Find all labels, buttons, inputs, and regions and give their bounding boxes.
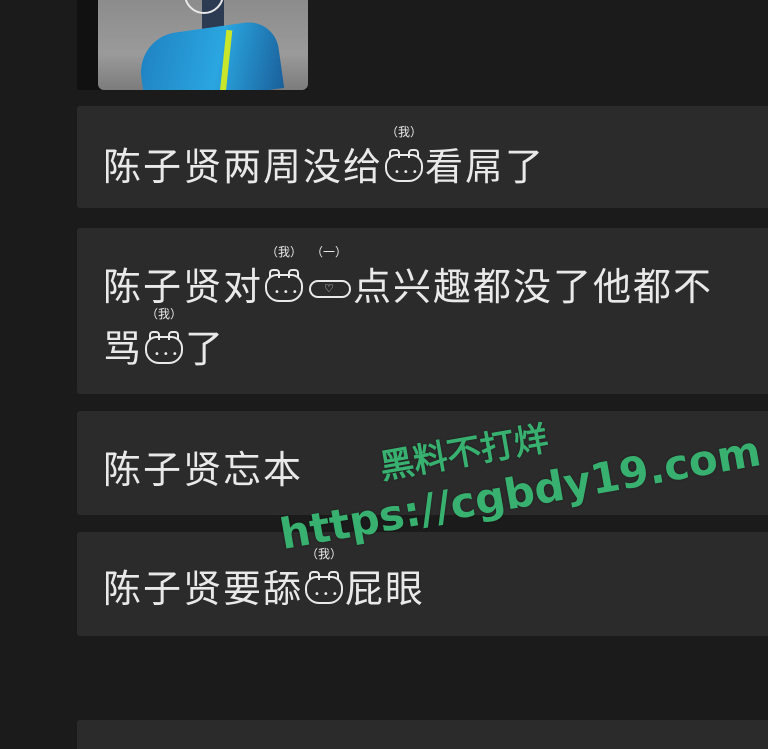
message-text-3: 陈子贤忘本 — [103, 448, 304, 492]
kitty-face-icon: ••• — [265, 269, 304, 302]
message-text-2-line-1: 陈子贤对 （我） ••• （一） ♡ 点兴趣都没了他都不 — [103, 245, 714, 309]
message-bubble-5[interactable] — [77, 720, 768, 749]
chat-screen: 陈子贤两周没给 （我） ••• 看屌了 陈子贤对 （我） ••• （一） ♡ 点兴趣都没了他都不… — [0, 0, 768, 749]
message-text-4: 陈子贤要舔 （我） ••• 屁眼 — [103, 547, 426, 611]
message-bubble-2[interactable]: 陈子贤对 （我） ••• （一） ♡ 点兴趣都没了他都不 骂（我） ••• 了 — [77, 228, 768, 394]
hello-kitty-emoji: （我） ••• — [305, 548, 344, 608]
photo-jacket — [135, 18, 285, 90]
message-bubble-4[interactable]: 陈子贤要舔 （我） ••• 屁眼 — [77, 532, 768, 636]
message-bubble-1[interactable]: 陈子贤两周没给 （我） ••• 看屌了 — [77, 106, 768, 208]
heart-emoji: （一） ♡ — [307, 246, 352, 306]
kitty-face-icon: ••• — [145, 331, 184, 364]
hello-kitty-emoji: （我） ••• — [265, 246, 304, 306]
message-text-1: 陈子贤两周没给 （我） ••• 看屌了 — [103, 125, 546, 189]
kitty-face-icon: ••• — [385, 149, 424, 182]
heart-face-icon: ♡ — [309, 280, 352, 298]
photo-content — [98, 0, 308, 90]
message-text-2-line-2: 骂（我） ••• 了 — [103, 307, 226, 371]
hello-kitty-emoji: （我） ••• — [145, 308, 184, 368]
kitty-face-icon: ••• — [305, 571, 344, 604]
hello-kitty-emoji: （我） ••• — [385, 126, 424, 186]
image-message[interactable] — [77, 0, 308, 90]
message-bubble-3[interactable]: 陈子贤忘本 — [77, 411, 768, 515]
